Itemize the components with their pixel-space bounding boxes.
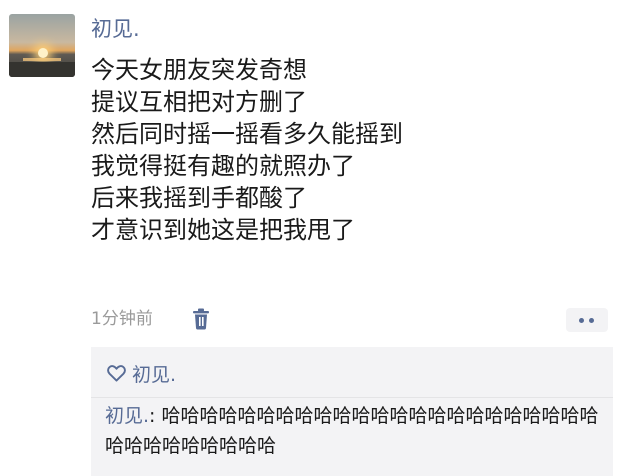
post-text: 今天女朋友突发奇想 提议互相把对方删了 然后同时摇一摇看多久能摇到 我觉得挺有趣… bbox=[91, 54, 403, 246]
comment-text: 哈哈哈哈哈哈哈哈哈哈哈哈哈哈哈哈哈哈哈哈哈哈哈哈哈哈哈哈哈哈哈哈 bbox=[105, 405, 599, 457]
post-line: 后来我摇到手都酸了 bbox=[91, 184, 307, 212]
avatar-shore bbox=[9, 62, 75, 77]
avatar-water-reflection bbox=[23, 58, 61, 61]
likes-row: 初见. bbox=[107, 359, 176, 387]
comment-item[interactable]: 初见.: 哈哈哈哈哈哈哈哈哈哈哈哈哈哈哈哈哈哈哈哈哈哈哈哈哈哈哈哈哈哈哈哈 bbox=[105, 401, 605, 461]
trash-icon[interactable] bbox=[191, 308, 211, 330]
post-line: 才意识到她这是把我甩了 bbox=[91, 216, 355, 244]
heart-outline-icon bbox=[107, 364, 126, 382]
likes-comments-panel: 初见. 初见.: 哈哈哈哈哈哈哈哈哈哈哈哈哈哈哈哈哈哈哈哈哈哈哈哈哈哈哈哈哈哈哈… bbox=[91, 347, 613, 476]
comment-separator: : bbox=[149, 405, 162, 427]
post-line: 提议互相把对方删了 bbox=[91, 88, 307, 116]
author-avatar[interactable] bbox=[9, 14, 75, 77]
comment-author[interactable]: 初见. bbox=[105, 405, 149, 427]
post-line: 然后同时摇一摇看多久能摇到 bbox=[91, 120, 403, 148]
post-line: 今天女朋友突发奇想 bbox=[91, 56, 307, 84]
more-dots-icon bbox=[589, 318, 594, 323]
like-user-name[interactable]: 初见. bbox=[132, 360, 176, 387]
avatar-sun bbox=[38, 48, 48, 58]
post-time: 1分钟前 bbox=[91, 309, 153, 329]
likes-comments-divider bbox=[91, 397, 613, 398]
more-dots-icon bbox=[579, 318, 584, 323]
author-name[interactable]: 初见. bbox=[91, 14, 140, 44]
more-actions-button[interactable] bbox=[566, 308, 608, 332]
post-line: 我觉得挺有趣的就照办了 bbox=[91, 152, 355, 180]
